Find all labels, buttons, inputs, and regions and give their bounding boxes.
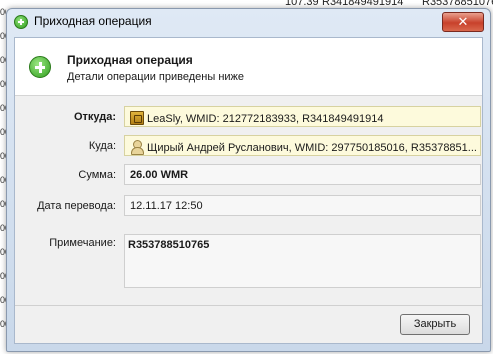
from-field[interactable]: LeaSly, WMID: 212772183933, R34184949191… <box>124 106 481 127</box>
titlebar-close-button[interactable]: ✕ <box>442 12 484 32</box>
background-amount: 107.39 <box>285 0 319 8</box>
date-field[interactable]: 12.11.17 12:50 <box>124 195 481 216</box>
note-field[interactable]: R353788510765 <box>124 234 481 288</box>
note-label: Примечание: <box>49 237 116 249</box>
background-purse: R35378851076 <box>422 0 493 8</box>
dialog-footer: Закрыть <box>15 305 482 343</box>
user-icon <box>130 140 144 155</box>
background-purse: R341849491914 <box>322 0 404 8</box>
header-subtitle: Детали операции приведены ниже <box>67 71 245 83</box>
add-circle-icon <box>14 15 28 29</box>
amount-label: Сумма: <box>78 169 116 181</box>
header-title: Приходная операция <box>67 53 193 67</box>
dialog-titlebar[interactable]: Приходная операция ✕ <box>7 9 490 35</box>
to-value: Щирый Андрей Русланович, WMID: 297750185… <box>147 142 477 154</box>
add-circle-icon <box>29 56 51 78</box>
dialog-content: Приходная операция Детали операции приве… <box>14 37 483 344</box>
dialog-header: Приходная операция Детали операции приве… <box>15 38 482 96</box>
to-field[interactable]: Щирый Андрей Русланович, WMID: 297750185… <box>124 135 481 156</box>
dialog-title: Приходная операция <box>34 14 152 28</box>
operation-dialog: Приходная операция ✕ Приходная операция … <box>6 8 491 352</box>
date-label: Дата перевода: <box>37 200 116 212</box>
from-value: LeaSly, WMID: 212772183933, R34184949191… <box>147 113 384 125</box>
amount-field[interactable]: 26.00 WMR <box>124 164 481 185</box>
close-button[interactable]: Закрыть <box>400 314 470 335</box>
purse-icon <box>130 111 144 125</box>
to-label: Куда: <box>88 140 116 152</box>
from-label: Откуда: <box>73 111 116 123</box>
